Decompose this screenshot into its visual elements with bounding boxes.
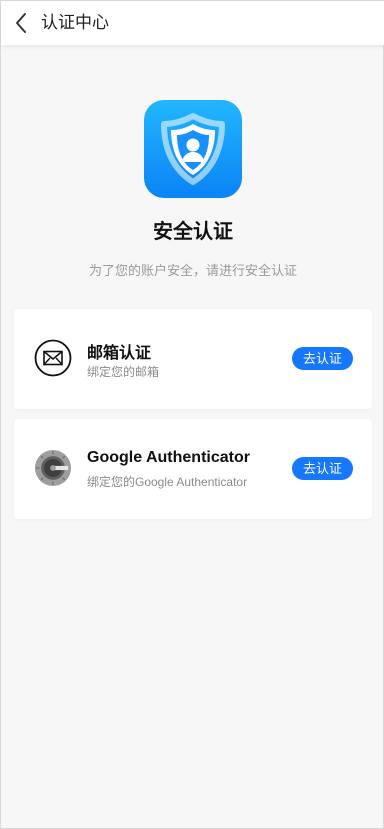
app-screen: 认证中心 安全认证 为了您的账户安全，请进行安全认证 邮箱认证 绑定您的邮箱 去…	[0, 0, 384, 829]
page-title: 认证中心	[41, 13, 109, 32]
back-button[interactable]	[11, 11, 31, 35]
email-icon-wrap	[34, 339, 72, 377]
top-nav-bar: 认证中心	[1, 1, 384, 45]
chevron-left-icon	[16, 13, 26, 33]
envelope-icon	[34, 339, 72, 377]
shield-user-icon	[161, 113, 225, 185]
authenticator-method-title: Google Authenticator	[87, 449, 250, 466]
email-verify-button[interactable]: 去认证	[292, 347, 353, 370]
google-authenticator-card[interactable]: Google Authenticator 绑定您的Google Authenti…	[14, 419, 372, 519]
email-method-title: 邮箱认证	[87, 345, 152, 362]
authenticator-verify-button[interactable]: 去认证	[292, 457, 353, 480]
security-subtitle: 为了您的账户安全，请进行安全认证	[88, 263, 297, 278]
security-title: 安全认证	[153, 221, 233, 243]
email-verification-card[interactable]: 邮箱认证 绑定您的邮箱 去认证	[14, 309, 372, 409]
authenticator-method-description: 绑定您的Google Authenticator	[87, 475, 248, 489]
authenticator-icon-wrap	[34, 449, 72, 487]
security-logo	[144, 100, 242, 198]
google-authenticator-icon	[34, 449, 72, 487]
email-method-description: 绑定您的邮箱	[87, 365, 160, 379]
